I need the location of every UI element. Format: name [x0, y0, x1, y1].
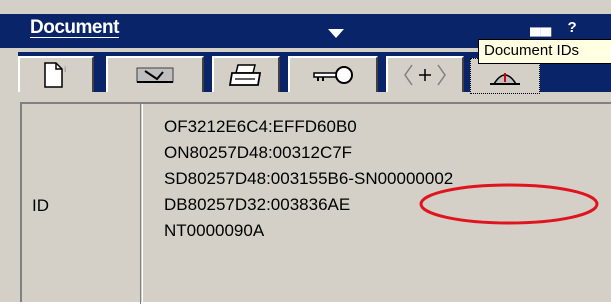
code-tags-icon: [402, 63, 448, 87]
tooltip: Document IDs: [478, 39, 611, 64]
key-icon: [311, 64, 355, 86]
chevron-down-icon[interactable]: [328, 29, 344, 38]
id-value: SD80257D48:003155B6-SN00000002: [164, 169, 454, 188]
printer-icon: [229, 62, 263, 88]
svg-text:i: i: [64, 65, 66, 74]
help-icon[interactable]: ?: [567, 19, 576, 36]
tab-print[interactable]: [212, 56, 280, 92]
tab-basics[interactable]: i: [18, 56, 94, 92]
fields-icon: [135, 63, 175, 87]
id-value: NT0000090A: [164, 221, 265, 240]
document-page-icon: i: [41, 62, 71, 88]
id-field-panel: ID OF3212E6C4:EFFD60B0 ON80257D48:00312C…: [20, 102, 611, 304]
id-value-list: OF3212E6C4:EFFD60B0 ON80257D48:00312C7F …: [164, 114, 453, 244]
id-label: ID: [32, 196, 49, 215]
tab-security[interactable]: [288, 56, 378, 92]
column-divider: [140, 104, 143, 304]
document-properties-panel: Document ▄▄ ? X i: [0, 0, 611, 304]
panel-title: Document: [30, 17, 119, 38]
id-value: ON80257D48:00312C7F: [164, 143, 353, 162]
id-value: OF3212E6C4:EFFD60B0: [164, 117, 357, 136]
tab-html-tags[interactable]: [386, 56, 464, 92]
id-value: DB80257D32:003836AE: [164, 195, 351, 214]
keyboard-icon[interactable]: ▄▄: [530, 19, 551, 36]
hat-icon: [488, 64, 522, 88]
tab-fields[interactable]: [106, 56, 204, 92]
